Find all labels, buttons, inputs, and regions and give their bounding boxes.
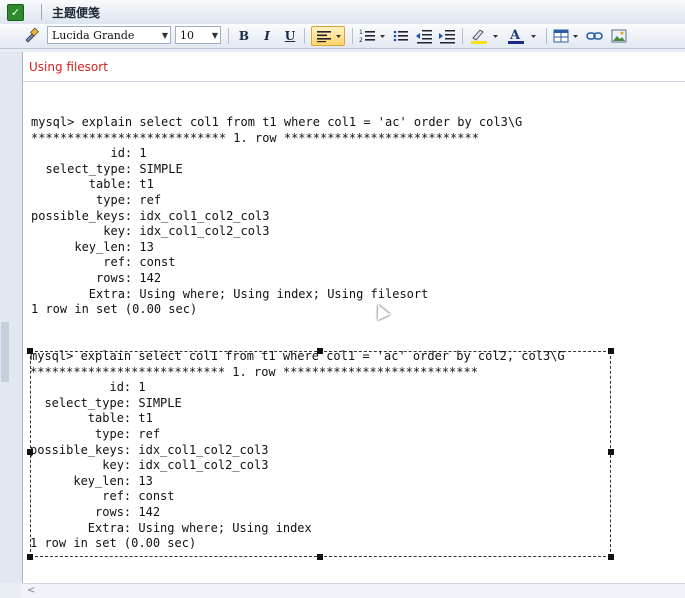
numbered-list-button[interactable]: 12 bbox=[358, 27, 388, 45]
numbered-list-icon: 12 bbox=[359, 29, 385, 44]
title-separator bbox=[41, 4, 42, 20]
svg-text:A: A bbox=[509, 28, 521, 43]
resize-handle[interactable] bbox=[608, 348, 614, 354]
highlight-color-icon bbox=[471, 29, 498, 44]
svg-text:1: 1 bbox=[359, 29, 363, 36]
increase-indent-icon bbox=[439, 30, 455, 44]
font-size-value: 10 bbox=[180, 29, 194, 42]
toolbar-separator bbox=[228, 28, 229, 44]
table-button[interactable] bbox=[552, 27, 582, 45]
horizontal-scrollbar[interactable]: < bbox=[22, 583, 685, 598]
italic-button[interactable]: I bbox=[259, 27, 275, 45]
resize-handle[interactable] bbox=[608, 449, 614, 455]
increase-indent-button[interactable] bbox=[438, 27, 456, 45]
align-left-icon bbox=[317, 31, 341, 43]
font-family-value: Lucida Grande bbox=[52, 29, 135, 42]
toolbar-separator bbox=[462, 28, 463, 44]
resize-handle[interactable] bbox=[608, 554, 614, 560]
bullet-list-button[interactable] bbox=[392, 27, 410, 45]
left-scroll-thumb[interactable] bbox=[1, 322, 9, 382]
format-painter-icon[interactable] bbox=[22, 27, 40, 45]
status-divider bbox=[23, 81, 685, 82]
resize-handle[interactable] bbox=[27, 554, 33, 560]
formatting-toolbar: Lucida Grande ▼ 10 ▼ B I U 12 A bbox=[0, 24, 685, 49]
toolbar-separator bbox=[304, 28, 305, 44]
image-button[interactable] bbox=[609, 27, 629, 45]
window-title: 主题便笺 bbox=[52, 6, 101, 20]
toolbar-separator bbox=[546, 28, 547, 44]
bullet-list-icon bbox=[393, 30, 408, 42]
table-icon bbox=[553, 29, 578, 43]
image-icon bbox=[611, 29, 627, 43]
mysql-output-block-1: mysql> explain select col1 from t1 where… bbox=[31, 115, 523, 317]
resize-handle[interactable] bbox=[317, 554, 323, 560]
link-button[interactable] bbox=[585, 27, 605, 45]
font-color-button[interactable]: A bbox=[505, 27, 541, 45]
link-icon bbox=[586, 32, 603, 40]
chevron-down-icon: ▼ bbox=[211, 31, 218, 40]
left-panel-strip bbox=[0, 52, 22, 583]
bold-button[interactable]: B bbox=[236, 27, 252, 45]
mysql-output-block-2: mysql> explain select col1 from t1 where… bbox=[30, 349, 565, 551]
decrease-indent-icon bbox=[416, 30, 432, 44]
font-color-icon: A bbox=[508, 28, 536, 44]
decrease-indent-button[interactable] bbox=[415, 27, 433, 45]
note-editor[interactable]: Using filesort mysql> explain select col… bbox=[22, 52, 685, 583]
toolbar-separator bbox=[352, 28, 353, 44]
scroll-left-icon[interactable]: < bbox=[27, 585, 35, 596]
font-family-select[interactable]: Lucida Grande ▼ bbox=[47, 26, 171, 44]
highlight-color-button[interactable] bbox=[468, 27, 502, 45]
underline-button[interactable]: U bbox=[282, 27, 298, 45]
align-left-button[interactable] bbox=[311, 26, 345, 46]
status-text: Using filesort bbox=[29, 60, 108, 74]
font-size-select[interactable]: 10 ▼ bbox=[175, 26, 221, 44]
svg-text:2: 2 bbox=[359, 37, 363, 44]
chevron-down-icon: ▼ bbox=[161, 31, 168, 40]
title-bar: ✓ 主题便笺 bbox=[0, 0, 685, 25]
note-check-icon[interactable]: ✓ bbox=[7, 4, 24, 21]
